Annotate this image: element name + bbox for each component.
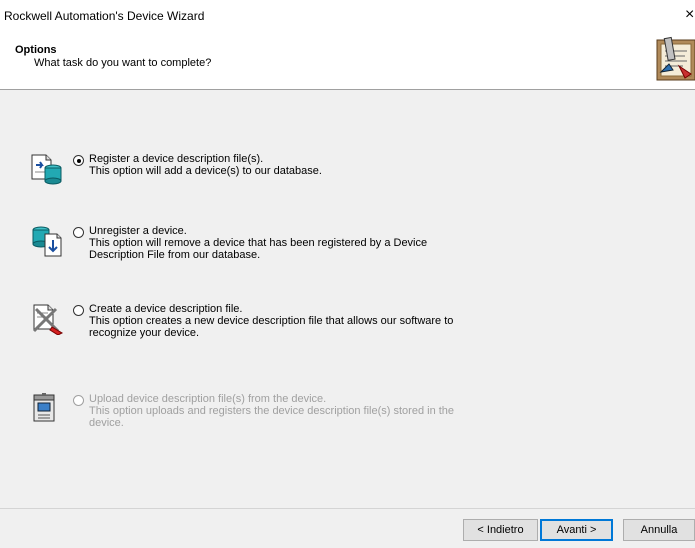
footer-divider [0,508,695,509]
option-create-text: Create a device description file. This o… [89,303,459,339]
create-radio[interactable] [73,305,84,316]
option-label: Unregister a device. [89,225,187,237]
page-title: Options [15,44,57,56]
option-description: This option will remove a device that ha… [89,237,428,261]
upload-device-icon [33,393,55,422]
option-label: Create a device description file. [89,303,243,315]
page-subtitle: What task do you want to complete? [34,57,212,69]
option-upload-text: Upload device description file(s) from t… [89,393,459,429]
close-icon[interactable]: × [685,5,695,25]
cancel-button[interactable]: Annulla [623,519,695,541]
option-description: This option will add a device(s) to our … [89,165,322,177]
option-register-text: Register a device description file(s). T… [89,153,459,177]
back-button[interactable]: < Indietro [463,519,538,541]
option-unregister-text: Unregister a device. This option will re… [89,225,459,261]
option-description: This option uploads and registers the de… [89,405,455,429]
window-title: Rockwell Automation's Device Wizard [4,9,205,23]
option-label: Upload device description file(s) from t… [89,393,327,405]
register-radio[interactable] [73,155,84,166]
create-file-tools-icon [32,304,64,335]
next-button[interactable]: Avanti > [540,519,613,541]
wizard-header: Options What task do you want to complet… [0,32,695,90]
option-description: This option creates a new device descrip… [89,315,454,339]
register-database-icon [31,154,62,185]
upload-radio [73,395,84,406]
option-label: Register a device description file(s). [89,153,264,165]
wizard-document-icon [656,36,695,81]
title-bar: Rockwell Automation's Device Wizard × [0,0,695,32]
unregister-database-icon [32,226,62,257]
unregister-radio[interactable] [73,227,84,238]
